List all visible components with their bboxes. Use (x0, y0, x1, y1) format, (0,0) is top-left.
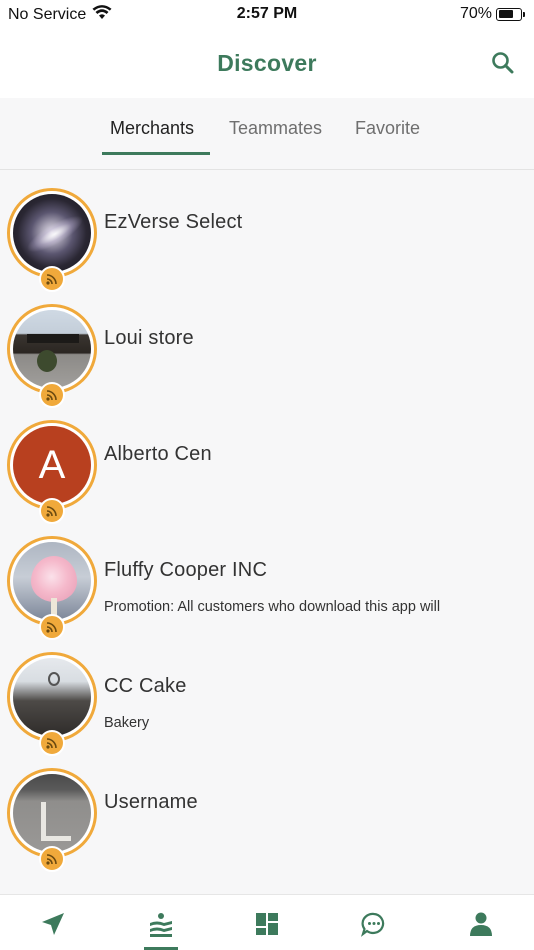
avatar-ring (7, 768, 97, 858)
nav-dashboard-button[interactable] (254, 911, 282, 939)
bakery-sign (17, 688, 91, 698)
nav-navigate-button[interactable] (40, 911, 68, 939)
merchant-item[interactable]: Fluffy Cooper INC Promotion: All custome… (0, 519, 534, 640)
heart-shape (31, 556, 77, 602)
tab-merchants[interactable]: Merchants (110, 118, 194, 139)
avatar (13, 542, 91, 620)
battery-percent: 70% (459, 5, 492, 22)
nav-discover-button[interactable] (147, 911, 175, 939)
status-bar: No Service 2:57 PM 70% (0, 0, 534, 30)
avatar (13, 310, 91, 388)
merchant-item[interactable]: EzVerse Select (0, 171, 534, 292)
search-button[interactable] (490, 50, 516, 76)
merchant-name: EzVerse Select (104, 211, 243, 233)
avatar (13, 658, 91, 736)
tab-teammates[interactable]: Teammates (229, 118, 322, 139)
merchant-name: Fluffy Cooper INC (104, 559, 268, 581)
app-header: Discover (0, 30, 534, 98)
battery-level (498, 10, 514, 18)
merchant-subtitle: Promotion: All customers who download th… (104, 599, 441, 615)
merchant-name: Username (104, 791, 198, 813)
avatar-ring: A (7, 420, 97, 510)
page-title: Discover (217, 50, 317, 76)
merchant-name: CC Cake (104, 675, 187, 697)
merchant-name: Loui store (104, 327, 194, 349)
merchant-item[interactable]: A Alberto Cen (0, 403, 534, 524)
merchant-list: EzVerse Select Loui store A Alberto Cen (0, 171, 534, 872)
tab-favorite[interactable]: Favorite (355, 118, 420, 139)
avatar-ring (7, 652, 97, 742)
merchant-subtitle: Bakery (104, 715, 150, 731)
avatar (13, 194, 91, 272)
store-sign (27, 334, 79, 343)
avatar: A (13, 426, 91, 504)
search-icon (492, 52, 514, 74)
bakery-logo (48, 672, 60, 686)
battery-icon (496, 7, 525, 21)
chat-bubble-icon (360, 912, 385, 937)
discover-tabs: Merchants Teammates Favorite (0, 98, 534, 170)
navigation-arrow-icon (42, 913, 64, 935)
merchant-item[interactable]: Username (0, 751, 534, 872)
avatar (13, 774, 91, 852)
parking-line (41, 836, 71, 841)
rss-icon (39, 846, 65, 872)
nav-profile-button[interactable] (468, 911, 496, 939)
battery-group: 70% (459, 5, 525, 23)
avatar-ring (7, 304, 97, 394)
active-tab-indicator (102, 152, 210, 155)
parking-line (41, 802, 46, 840)
avatar-ring (7, 188, 97, 278)
clock: 2:57 PM (236, 5, 298, 22)
merchant-name: Alberto Cen (104, 443, 212, 465)
nav-chat-button[interactable] (360, 911, 389, 939)
discover-icon (150, 913, 172, 937)
person-icon (470, 912, 492, 936)
bottom-nav (0, 894, 534, 950)
merchant-item[interactable]: Loui store (0, 287, 534, 408)
avatar-ring (7, 536, 97, 626)
dashboard-grid-icon (256, 913, 278, 935)
merchant-item[interactable]: CC Cake Bakery (0, 635, 534, 756)
plant (37, 350, 57, 372)
